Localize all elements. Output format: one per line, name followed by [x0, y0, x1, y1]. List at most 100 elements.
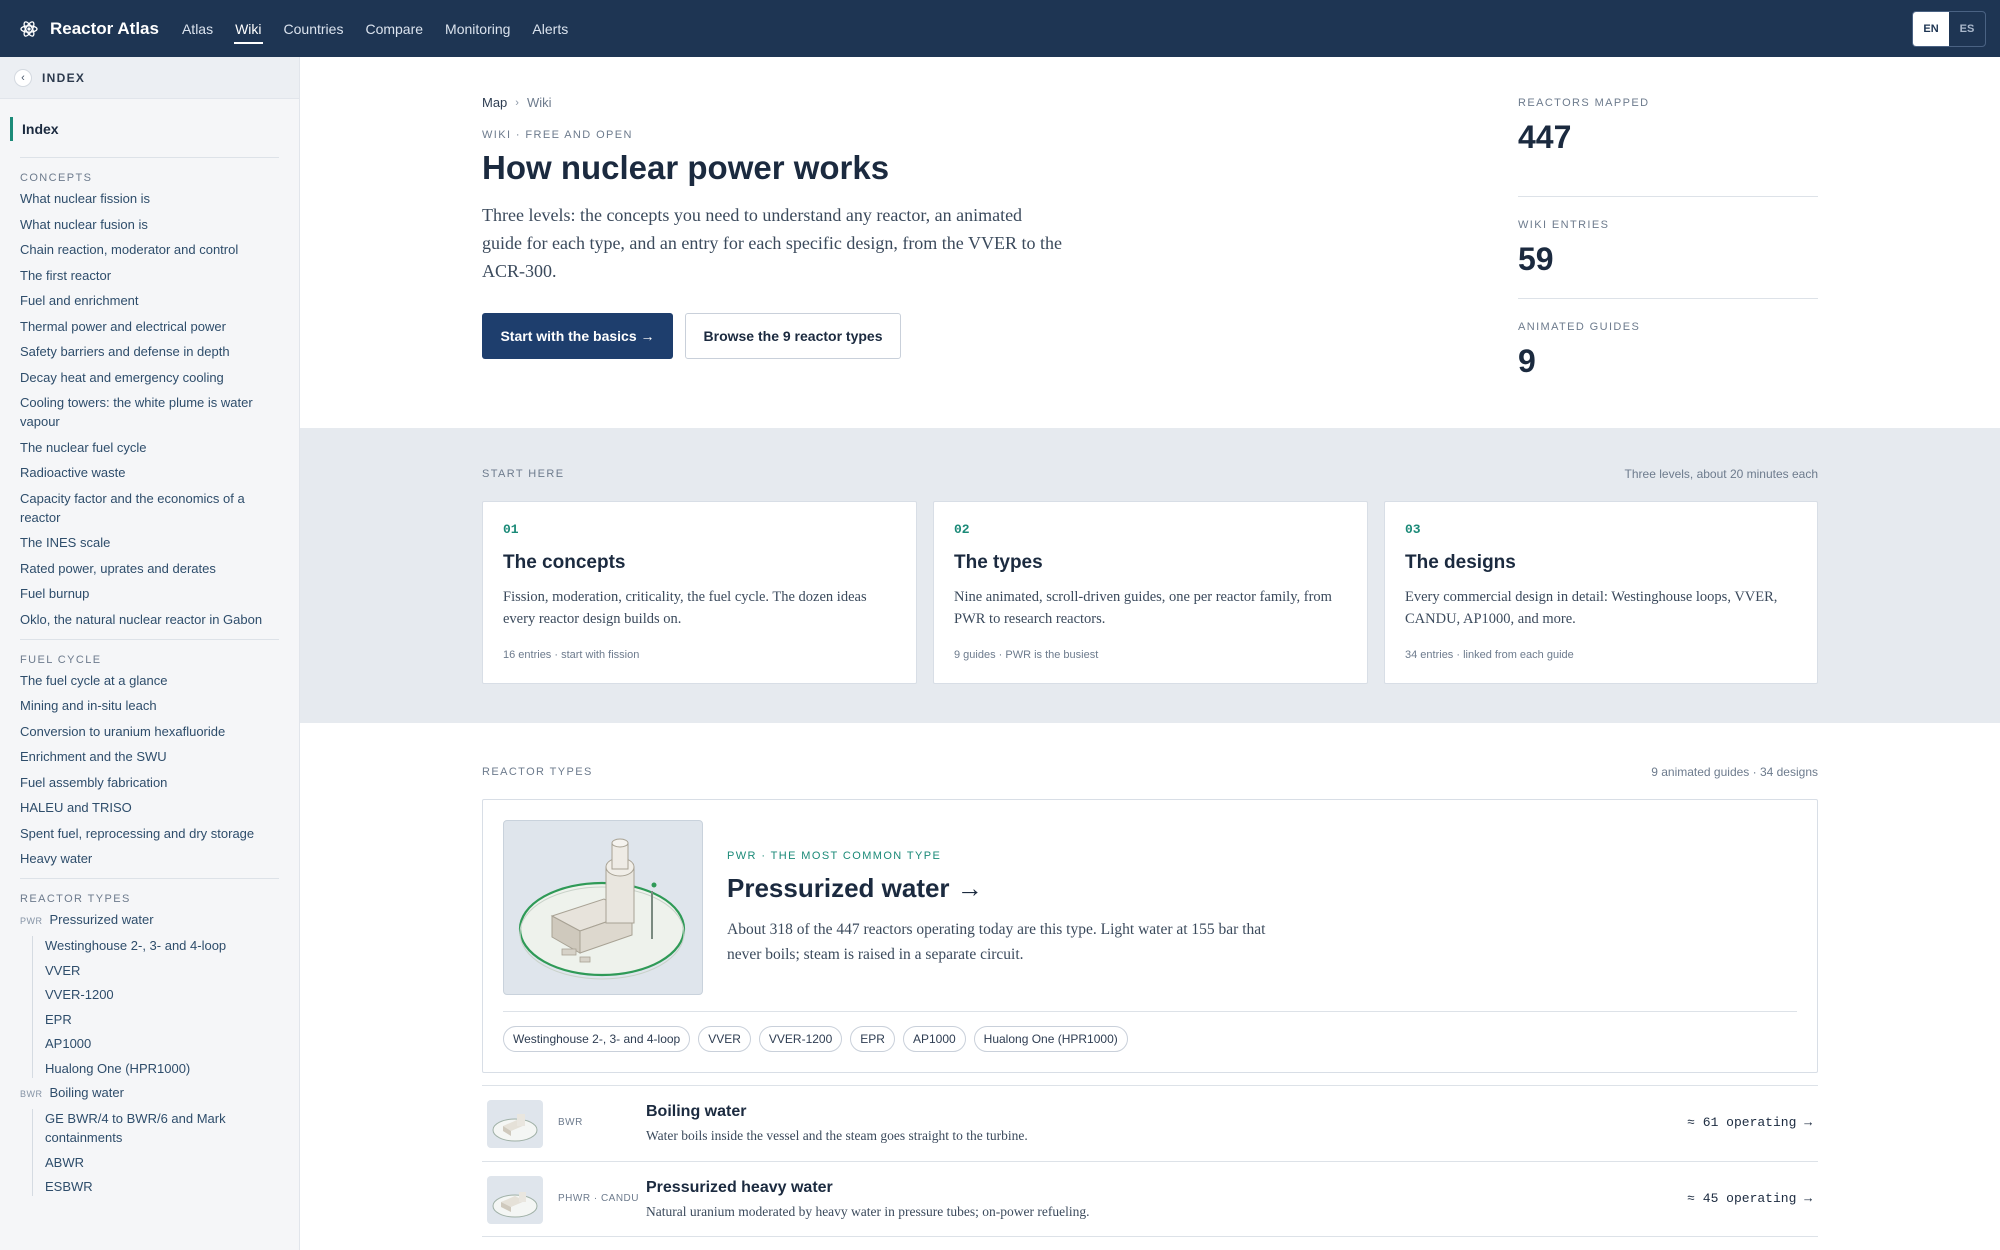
divider — [20, 878, 279, 879]
level-card-designs[interactable]: 03 The designs Every commercial design i… — [1384, 501, 1818, 684]
breadcrumb-wiki: Wiki — [526, 95, 552, 110]
design-chip[interactable]: Hualong One (HPR1000) — [973, 1026, 1128, 1052]
design-chip[interactable]: AP1000 — [902, 1026, 966, 1052]
fuel-cycle-list: The fuel cycle at a glance Mining and in… — [0, 671, 299, 869]
type-row-bwr[interactable]: BWR Boiling water Water boils inside the… — [482, 1085, 1818, 1161]
card-number: 02 — [954, 522, 970, 537]
sidebar-subitem[interactable]: EPR — [33, 1010, 299, 1029]
sidebar-subitem[interactable]: ESBWR — [33, 1177, 299, 1196]
stats-panel: REACTORS MAPPED 447 WIKI ENTRIES 59 ANIM… — [1518, 95, 1818, 401]
sidebar-item[interactable]: The INES scale — [0, 533, 299, 552]
featured-title[interactable]: Pressurized water → — [727, 873, 983, 904]
stat-reactors: REACTORS MAPPED 447 — [1518, 95, 1818, 197]
type-row-phwr[interactable]: PHWR · CANDU Pressurized heavy water Nat… — [482, 1161, 1818, 1237]
section-meta: 9 animated guides · 34 designs — [1651, 765, 1818, 779]
lang-en-button[interactable]: EN — [1913, 12, 1949, 46]
sidebar-subitem[interactable]: Westinghouse 2-, 3- and 4-loop — [33, 936, 299, 955]
sidebar-subitem[interactable]: Hualong One (HPR1000) — [33, 1059, 299, 1078]
main-nav: Atlas Wiki Countries Compare Monitoring … — [181, 17, 569, 44]
bwr-thumbnail — [487, 1100, 543, 1148]
featured-type-card[interactable]: PWR · THE MOST COMMON TYPE Pressurized w… — [482, 799, 1818, 1073]
section-meta: Three levels, about 20 minutes each — [1624, 467, 1818, 481]
card-description: Fission, moderation, criticality, the fu… — [503, 589, 867, 627]
browse-types-button[interactable]: Browse the 9 reactor types — [685, 313, 901, 359]
sidebar-item[interactable]: The nuclear fuel cycle — [0, 438, 299, 457]
design-chip[interactable]: EPR — [850, 1026, 895, 1052]
hero-eyebrow: WIKI · FREE AND OPEN — [482, 129, 633, 141]
sidebar-item[interactable]: Thermal power and electrical power — [0, 317, 299, 336]
sidebar-subitem[interactable]: GE BWR/4 to BWR/6 and Mark containments — [33, 1109, 299, 1147]
chevron-left-icon[interactable]: ‹ — [14, 68, 32, 87]
sidebar-item[interactable]: The fuel cycle at a glance — [0, 671, 299, 690]
sidebar-item[interactable]: Capacity factor and the economics of a r… — [0, 489, 299, 527]
sidebar-item[interactable]: Fuel and enrichment — [0, 291, 299, 310]
sidebar-subitem[interactable]: ABWR — [33, 1153, 299, 1172]
sidebar-item[interactable]: Spent fuel, reprocessing and dry storage — [0, 824, 299, 843]
hero-lede: Three levels: the concepts you need to u… — [482, 205, 1062, 281]
nav-wiki[interactable]: Wiki — [234, 17, 263, 44]
nav-atlas[interactable]: Atlas — [181, 17, 214, 41]
brand-name: Reactor Atlas — [50, 18, 159, 38]
breadcrumb-map[interactable]: Map — [482, 95, 507, 110]
stat-value: 9 — [1518, 343, 1536, 379]
sidebar-item[interactable]: Fuel burnup — [0, 584, 299, 603]
wiki-sidebar: ‹ INDEX Index CONCEPTS What nuclear fiss… — [0, 57, 300, 1250]
sidebar-section-concepts: CONCEPTS — [20, 172, 93, 184]
type-abbr: PHWR · CANDU — [558, 1193, 639, 1204]
stat-value: 447 — [1518, 119, 1572, 155]
sidebar-item[interactable]: Fuel assembly fabrication — [0, 773, 299, 792]
design-chip[interactable]: VVER-1200 — [758, 1026, 843, 1052]
sidebar-section-fuel-cycle: FUEL CYCLE — [20, 653, 102, 666]
sidebar-section-reactor-types: REACTOR TYPES — [20, 893, 131, 905]
sidebar-item[interactable]: Cooling towers: the white plume is water… — [0, 393, 299, 431]
nav-compare[interactable]: Compare — [364, 17, 424, 41]
section-label: START HERE — [482, 468, 565, 480]
sidebar-item[interactable]: The first reactor — [0, 266, 299, 285]
sidebar-subitem[interactable]: AP1000 — [33, 1034, 299, 1053]
sidebar-subitem[interactable]: VVER-1200 — [33, 985, 299, 1004]
sidebar-item-index[interactable]: Index — [10, 117, 299, 141]
type-name: Pressurized heavy water — [646, 1179, 833, 1196]
nav-monitoring[interactable]: Monitoring — [444, 17, 511, 41]
type-abbr: BWR — [20, 1089, 43, 1099]
sidebar-item[interactable]: Rated power, uprates and derates — [0, 559, 299, 578]
card-number: 01 — [503, 522, 519, 537]
nav-countries[interactable]: Countries — [283, 17, 345, 41]
brand-link[interactable]: Reactor Atlas — [20, 19, 159, 39]
sidebar-item[interactable]: What nuclear fusion is — [0, 215, 299, 234]
card-description: Nine animated, scroll-driven guides, one… — [954, 589, 1332, 627]
stat-label: WIKI ENTRIES — [1518, 219, 1610, 231]
sidebar-item[interactable]: Decay heat and emergency cooling — [0, 368, 299, 387]
sidebar-item-bwr[interactable]: BWR Boiling water — [0, 1083, 299, 1104]
sidebar-item[interactable]: Radioactive waste — [0, 463, 299, 482]
level-card-concepts[interactable]: 01 The concepts Fission, moderation, cri… — [482, 501, 917, 684]
card-description: Every commercial design in detail: Westi… — [1405, 589, 1778, 627]
operating-count: ≈ 45 operating → — [1687, 1191, 1812, 1206]
sidebar-item[interactable]: Oklo, the natural nuclear reactor in Gab… — [0, 610, 299, 629]
bwr-designs-list: GE BWR/4 to BWR/6 and Mark containments … — [32, 1109, 299, 1196]
lang-es-button[interactable]: ES — [1949, 12, 1985, 46]
design-chip[interactable]: Westinghouse 2-, 3- and 4-loop — [503, 1026, 691, 1052]
sidebar-subitem[interactable]: VVER — [33, 961, 299, 980]
sidebar-item[interactable]: Safety barriers and defense in depth — [0, 342, 299, 361]
sidebar-header: ‹ INDEX — [0, 57, 299, 99]
operating-count: ≈ 61 operating → — [1687, 1115, 1812, 1130]
nav-alerts[interactable]: Alerts — [531, 17, 569, 41]
start-here-section: START HERE Three levels, about 20 minute… — [300, 428, 2000, 723]
sidebar-item[interactable]: What nuclear fission is — [0, 189, 299, 208]
sidebar-item[interactable]: Enrichment and the SWU — [0, 747, 299, 766]
sidebar-item-pwr[interactable]: PWR Pressurized water — [0, 910, 299, 931]
type-name: Pressurized water — [49, 912, 154, 927]
section-label: REACTOR TYPES — [482, 766, 593, 778]
type-description: Water boils inside the vessel and the st… — [646, 1128, 1028, 1143]
stat-label: ANIMATED GUIDES — [1518, 321, 1641, 333]
type-description: Natural uranium moderated by heavy water… — [646, 1204, 1090, 1219]
sidebar-item[interactable]: Heavy water — [0, 849, 299, 868]
design-chip[interactable]: VVER — [698, 1026, 751, 1052]
sidebar-item[interactable]: HALEU and TRISO — [0, 798, 299, 817]
sidebar-item[interactable]: Mining and in-situ leach — [0, 696, 299, 715]
level-card-types[interactable]: 02 The types Nine animated, scroll-drive… — [933, 501, 1368, 684]
sidebar-item[interactable]: Chain reaction, moderator and control — [0, 240, 299, 259]
start-basics-button[interactable]: Start with the basics → — [482, 313, 673, 359]
sidebar-item[interactable]: Conversion to uranium hexafluoride — [0, 722, 299, 741]
